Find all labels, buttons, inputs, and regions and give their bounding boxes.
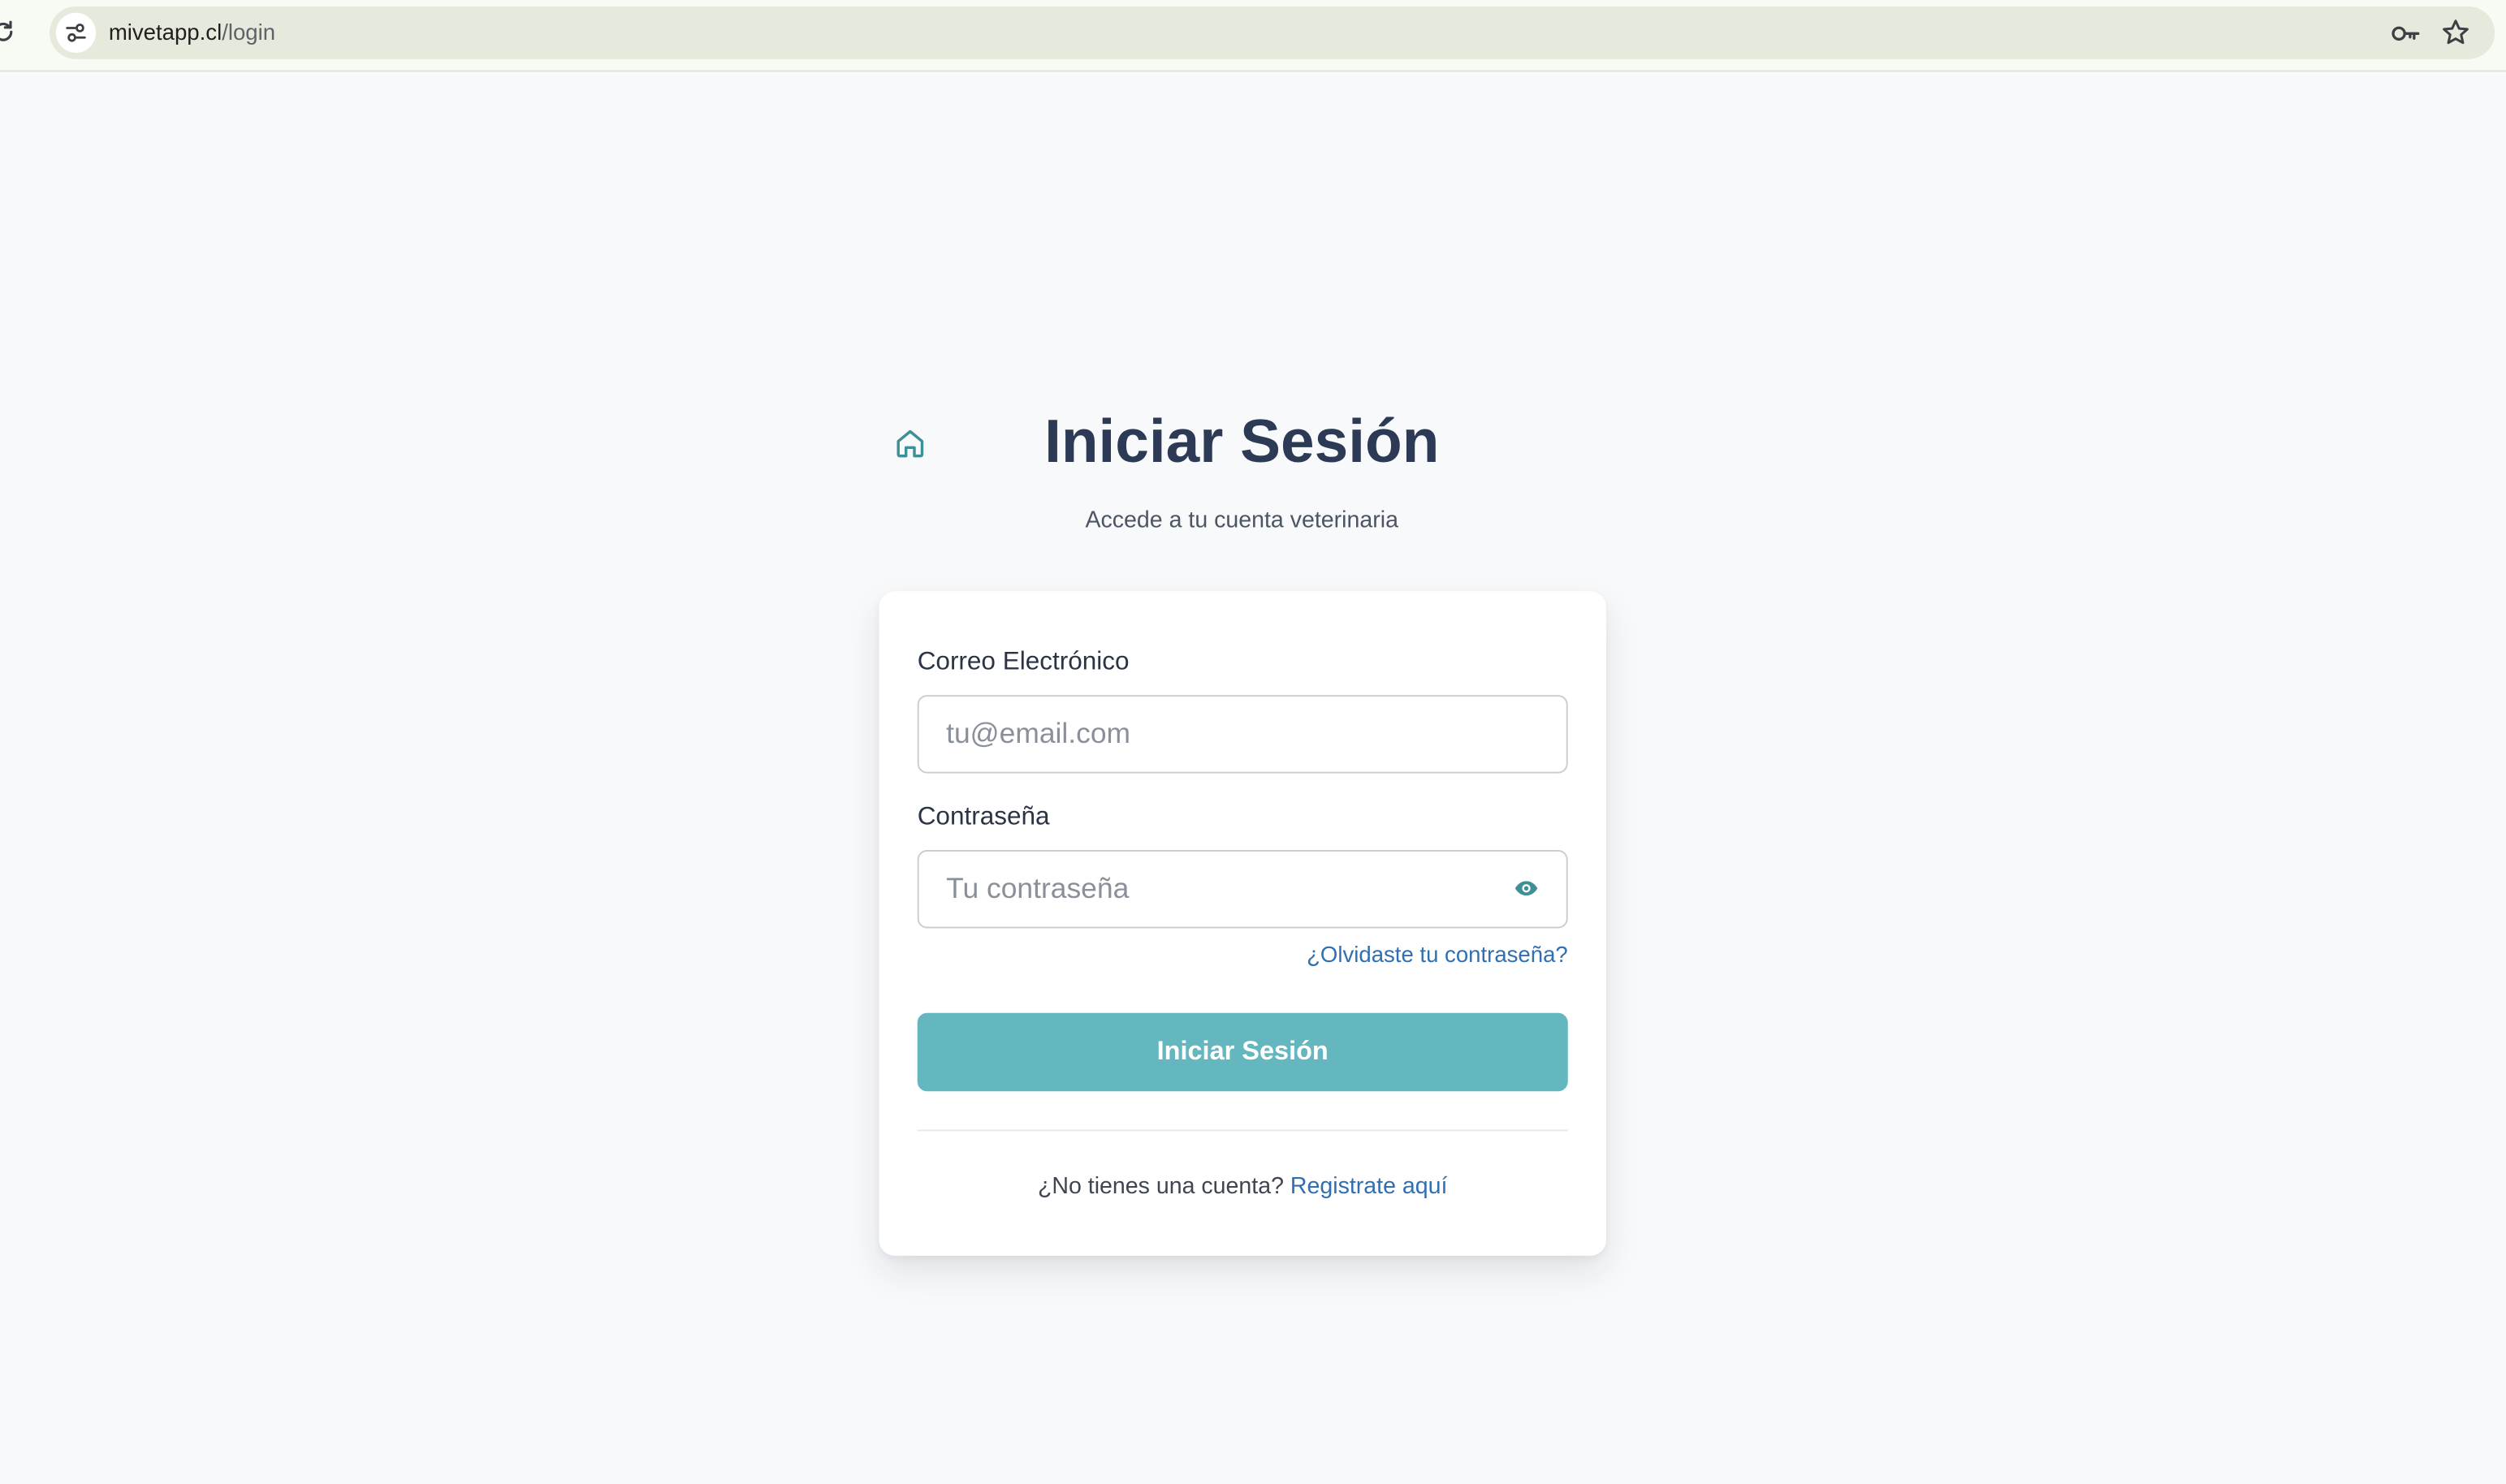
password-label: Contraseña — [917, 803, 1050, 831]
login-button[interactable]: Iniciar Sesión — [917, 1012, 1568, 1092]
page-subtitle: Accede a tu cuenta veterinaria — [1085, 507, 1398, 534]
tune-icon — [66, 24, 86, 42]
email-label: Correo Electrónico — [917, 649, 1130, 676]
page-title: Iniciar Sesión — [1044, 408, 1440, 477]
eye-icon[interactable] — [1514, 876, 1539, 901]
signup-prompt-row: ¿No tienes una cuenta? Registrate aquí — [879, 1171, 1605, 1203]
url-path: /login — [222, 19, 276, 45]
address-bar[interactable]: mivetapp.cl/login — [50, 6, 2495, 59]
signup-prompt: ¿No tienes una cuenta? — [1037, 1174, 1284, 1201]
url-text[interactable]: mivetapp.cl/login — [109, 19, 275, 46]
url-host: mivetapp.cl — [108, 19, 223, 45]
email-field[interactable] — [917, 695, 1568, 774]
reload-icon[interactable] — [0, 19, 16, 45]
divider — [917, 1129, 1568, 1132]
star-icon[interactable] — [2440, 18, 2470, 48]
login-card: Correo Electrónico Contraseña ¿Olvidaste… — [879, 591, 1606, 1256]
register-link[interactable]: Registrate aquí — [1290, 1175, 1448, 1200]
site-info-button[interactable] — [55, 12, 97, 53]
password-field[interactable] — [917, 850, 1568, 929]
forgot-password-link[interactable]: ¿Olvidaste tu contraseña? — [1307, 939, 1568, 968]
key-icon[interactable] — [2389, 18, 2421, 50]
page: mivetapp.cl/login Iniciar Sesión Accede … — [0, 0, 2506, 1484]
browser-toolbar: mivetapp.cl/login — [0, 0, 2506, 72]
